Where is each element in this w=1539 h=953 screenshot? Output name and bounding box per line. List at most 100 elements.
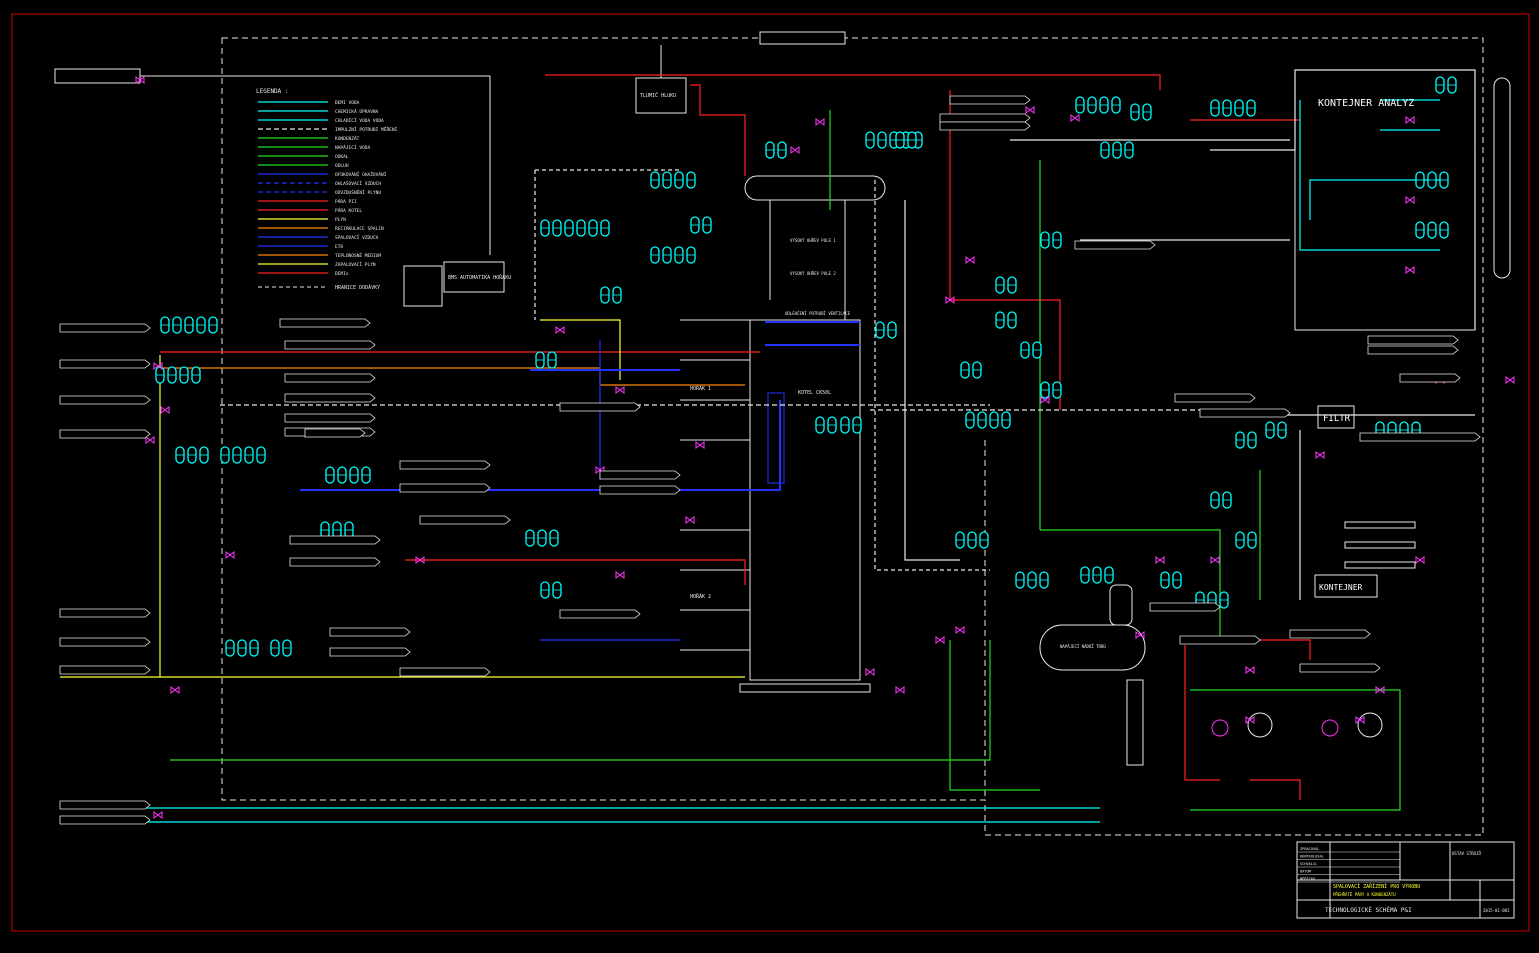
gas-cylinder bbox=[1493, 77, 1511, 279]
valve-icon bbox=[895, 686, 905, 694]
line-tag bbox=[559, 402, 641, 412]
silencer-label: TLUMIČ HLUKU bbox=[640, 92, 676, 99]
title-block-row: ZPRACOVAL bbox=[1300, 847, 1319, 851]
line-tag bbox=[289, 535, 381, 545]
line-tag bbox=[59, 800, 151, 810]
line-tag bbox=[1367, 345, 1459, 355]
pid-drawing: LEGENDA : DEMI VODA CHEMICKÁ ÚPRAVNACHLAD… bbox=[11, 13, 1530, 932]
legend-item-label: ODKAL bbox=[335, 154, 349, 160]
filter: FILTR bbox=[1317, 405, 1355, 429]
legend-item-label: ODLUH bbox=[335, 163, 349, 169]
valve-icon bbox=[1315, 451, 1325, 459]
title-number: 2015-01-001 bbox=[1483, 908, 1510, 913]
analysis-container: KONTEJNER ANALYZ bbox=[1294, 69, 1476, 331]
legend-item-label: RECIRKULACE SPALIN bbox=[335, 226, 384, 232]
title-block-row: MĚŘÍTKO bbox=[1300, 876, 1315, 881]
valve-icon bbox=[145, 436, 155, 444]
line-tag bbox=[59, 608, 151, 618]
line-tag bbox=[1359, 432, 1481, 442]
valve-icon bbox=[955, 626, 965, 634]
title-drawing: TECHNOLOGICKÉ SCHÉMA P&I bbox=[1325, 906, 1412, 914]
line-tag bbox=[59, 395, 151, 405]
line-tag bbox=[1367, 335, 1459, 345]
valve-icon bbox=[1210, 556, 1220, 564]
line-tag bbox=[559, 609, 641, 619]
bms-box: BMS AUTOMATIKA HOŘÁKU bbox=[403, 261, 511, 307]
odlehceni-label: ODLEHČENÍ POTRUBÍ VENTILACE bbox=[785, 311, 851, 316]
valve-icon bbox=[1245, 666, 1255, 674]
silencer: TLUMIČ HLUKU bbox=[635, 45, 687, 114]
line-tag bbox=[419, 515, 511, 525]
analysis-container-label: KONTEJNER ANALYZ bbox=[1318, 98, 1414, 109]
valve-icon bbox=[170, 686, 180, 694]
line-tag bbox=[1399, 373, 1461, 383]
line-tag bbox=[1179, 635, 1261, 645]
line-tag bbox=[1174, 393, 1256, 403]
line-tag bbox=[329, 627, 411, 637]
instrument-bubbles bbox=[155, 76, 1457, 657]
legend-item-label: PLYN bbox=[335, 217, 346, 223]
legend-item-label: OHLAŠOVACÍ VZDUCH bbox=[335, 179, 381, 187]
title-project: SPALOVACÍ ZAŘÍZENÍ PRO VÝROBU bbox=[1333, 882, 1420, 890]
legend-item-label: PÁRA KOTEL bbox=[335, 207, 362, 214]
valve-icon bbox=[555, 326, 565, 334]
line-tag bbox=[939, 113, 1031, 123]
ohrev1-label: VYSOKÝ OHŘEV POLE 1 bbox=[790, 238, 836, 243]
horak2-label: HOŘÁK 2 bbox=[690, 592, 711, 600]
legend-item-label: ETO bbox=[335, 244, 343, 250]
bms-label: BMS AUTOMATIKA HOŘÁKU bbox=[448, 273, 511, 281]
title-block-row: DATUM bbox=[1300, 870, 1312, 874]
valve-icon bbox=[865, 668, 875, 676]
legend-item-label: TEPLONOSNÉ MEDIUM bbox=[335, 251, 381, 259]
input-tag-top-left bbox=[54, 68, 491, 255]
line-tag bbox=[284, 413, 376, 423]
valve-icon bbox=[153, 811, 163, 819]
boiler: KOTEL CK50L HOŘÁK 1 HOŘÁK 2 bbox=[680, 319, 871, 693]
legend-item-label: DEMI VODA bbox=[335, 100, 360, 106]
line-tag bbox=[939, 121, 1031, 131]
valve-icon bbox=[615, 571, 625, 579]
valve-icon bbox=[615, 386, 625, 394]
line-tag bbox=[284, 340, 376, 350]
valve-icon bbox=[935, 636, 945, 644]
boiler-tube-rows bbox=[765, 321, 860, 346]
legend-item-label: DEMIx bbox=[335, 271, 349, 277]
line-tag bbox=[59, 323, 151, 333]
line-tag bbox=[399, 667, 491, 677]
title-block-row: KONTROLOVAL bbox=[1300, 855, 1324, 859]
line-tag bbox=[329, 647, 411, 657]
line-tag bbox=[1299, 663, 1381, 673]
legend-item-label: SPALOVACÍ VZDUCH bbox=[335, 233, 379, 241]
container-label: KONTEJNER bbox=[1319, 583, 1363, 592]
legend-item-label: CHEMICKÁ ÚPRAVNA bbox=[335, 108, 379, 115]
valves bbox=[135, 76, 1515, 819]
line-tag bbox=[284, 373, 376, 383]
valve-icon bbox=[965, 256, 975, 264]
title-block: ÚSTAV STROJŮ SPALOVACÍ ZAŘÍZENÍ PRO VÝRO… bbox=[1296, 841, 1515, 919]
feed-tank: NAPÁJECÍ NÁDRŽ TRBÚ bbox=[1039, 584, 1146, 766]
ohrev2-label: VYSOKÝ OHŘEV POLE 2 bbox=[790, 271, 836, 276]
valve-icon bbox=[1155, 556, 1165, 564]
legend-item-label: NAPÁJECÍ VODA bbox=[335, 143, 371, 151]
legend-item-label: CHLADÍCÍ VODA VODA bbox=[335, 116, 384, 124]
line-tag bbox=[59, 429, 151, 439]
line-tag bbox=[59, 665, 151, 675]
cad-viewport[interactable]: LEGENDA : DEMI VODA CHEMICKÁ ÚPRAVNA CHLAD… bbox=[0, 0, 1539, 949]
legend-item-label: ZAPALOVACÍ PLYN bbox=[335, 260, 376, 268]
valve-icon bbox=[160, 406, 170, 414]
title-project-sub: PŘEHŘÁTÉ PÁRY A KONDENZÁTU bbox=[1333, 892, 1396, 897]
pump-2 bbox=[1321, 712, 1383, 738]
valve-icon bbox=[790, 146, 800, 154]
kotel-label: KOTEL CK50L bbox=[798, 390, 831, 396]
line-tag bbox=[399, 483, 491, 493]
line-tag bbox=[59, 815, 151, 825]
valve-icon bbox=[685, 516, 695, 524]
legend-item-label: IMPULZNÍ POTRUBÍ MĚŘENÍ bbox=[335, 125, 398, 133]
supply-boundary bbox=[221, 37, 1484, 836]
boiler-duct bbox=[767, 392, 785, 484]
line-tag bbox=[59, 637, 151, 647]
container: KONTEJNER bbox=[1314, 574, 1378, 598]
line-tag bbox=[304, 428, 366, 438]
valve-icon bbox=[1415, 556, 1425, 564]
line-tag bbox=[59, 359, 151, 369]
